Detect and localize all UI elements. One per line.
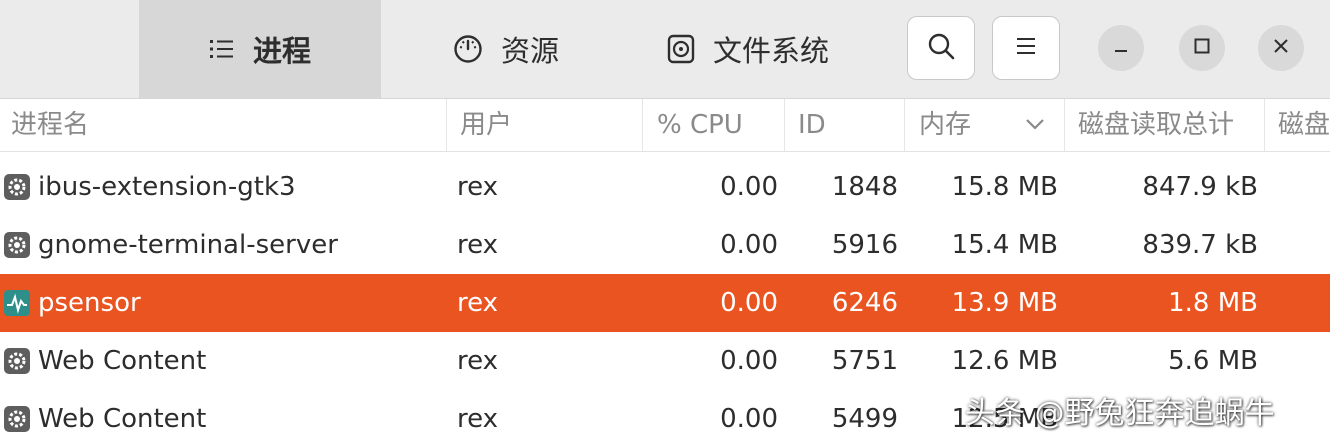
process-user: rex xyxy=(457,288,499,318)
process-memory: 13.9 MB xyxy=(951,288,1058,318)
tab-processes[interactable]: 进程 xyxy=(139,0,381,98)
column-header-row: 进程名 用户 % CPU ID 内存 磁盘读取总计 磁盘 xyxy=(0,99,1330,152)
maximize-icon xyxy=(1193,37,1211,59)
watermark: 头条 @野兔狂奔追蜗牛 xyxy=(965,396,1275,431)
search-icon xyxy=(926,31,956,65)
process-disk-read: 847.9 kB xyxy=(1142,172,1258,202)
column-header-memory[interactable]: 内存 xyxy=(919,99,971,151)
process-name: Web Content xyxy=(38,346,207,376)
column-header-disk-read-total[interactable]: 磁盘读取总计 xyxy=(1078,99,1234,151)
process-disk-read: 839.7 kB xyxy=(1142,230,1258,260)
process-user: rex xyxy=(457,346,499,376)
process-name: Web Content xyxy=(38,404,207,434)
column-header-process-name[interactable]: 进程名 xyxy=(11,99,89,151)
header-bar: 进程 资源 文件系统 xyxy=(0,0,1330,99)
process-id: 5499 xyxy=(831,404,898,434)
list-icon xyxy=(209,38,235,60)
table-row-selected[interactable]: psensor rex 0.00 6246 13.9 MB 1.8 MB xyxy=(0,274,1330,332)
close-button[interactable] xyxy=(1258,25,1304,71)
sensor-graph-icon xyxy=(3,289,31,317)
process-cpu: 0.00 xyxy=(720,288,778,318)
column-separator xyxy=(642,99,643,151)
process-id: 5916 xyxy=(831,230,898,260)
column-separator xyxy=(1264,99,1265,151)
maximize-button[interactable] xyxy=(1179,25,1225,71)
process-memory: 15.8 MB xyxy=(951,172,1058,202)
gauge-icon xyxy=(453,34,483,64)
sort-chevron-down-icon xyxy=(1024,113,1046,139)
table-row[interactable]: Web Content rex 0.00 5751 12.6 MB 5.6 MB xyxy=(0,332,1330,390)
tab-filesystems-label: 文件系统 xyxy=(712,34,829,68)
process-cpu: 0.00 xyxy=(720,172,778,202)
tab-filesystems[interactable]: 文件系统 xyxy=(648,0,848,98)
process-disk-read: 1.8 MB xyxy=(1168,288,1258,318)
process-cpu: 0.00 xyxy=(720,404,778,434)
process-id: 6246 xyxy=(831,288,898,318)
gear-icon xyxy=(3,173,31,201)
column-separator xyxy=(904,99,905,151)
tab-processes-label: 进程 xyxy=(252,34,311,68)
column-header-id[interactable]: ID xyxy=(798,99,826,151)
process-id: 1848 xyxy=(831,172,898,202)
gear-icon xyxy=(3,231,31,259)
process-user: rex xyxy=(457,230,499,260)
table-row[interactable]: gnome-terminal-server rex 0.00 5916 15.4… xyxy=(0,216,1330,274)
tab-resources[interactable]: 资源 xyxy=(431,0,581,98)
main-menu-button[interactable] xyxy=(992,16,1060,80)
minimize-button[interactable] xyxy=(1098,25,1144,71)
system-monitor-window: 进程 资源 文件系统 进程名 用户 % CPU ID 内存 磁盘读取总计 磁盘 … xyxy=(0,0,1330,442)
process-user: rex xyxy=(457,404,499,434)
process-name: ibus-extension-gtk3 xyxy=(38,172,296,202)
gear-icon xyxy=(3,347,31,375)
table-row[interactable]: ibus-extension-gtk3 rex 0.00 1848 15.8 M… xyxy=(0,158,1330,216)
search-button[interactable] xyxy=(907,16,975,80)
hamburger-menu-icon xyxy=(1015,36,1037,60)
process-name: psensor xyxy=(38,288,141,318)
process-disk-read: 5.6 MB xyxy=(1168,346,1258,376)
minimize-icon xyxy=(1112,37,1130,59)
tab-resources-label: 资源 xyxy=(500,34,559,68)
column-header-user[interactable]: 用户 xyxy=(460,99,512,151)
process-user: rex xyxy=(457,172,499,202)
column-separator xyxy=(1064,99,1065,151)
column-separator xyxy=(784,99,785,151)
process-name: gnome-terminal-server xyxy=(38,230,338,260)
disk-icon xyxy=(667,34,695,64)
close-icon xyxy=(1272,37,1290,59)
gear-icon xyxy=(3,405,31,433)
process-cpu: 0.00 xyxy=(720,346,778,376)
process-memory: 12.6 MB xyxy=(951,346,1058,376)
process-memory: 15.4 MB xyxy=(951,230,1058,260)
process-id: 5751 xyxy=(831,346,898,376)
column-separator xyxy=(446,99,447,151)
column-header-cpu[interactable]: % CPU xyxy=(657,99,743,151)
process-cpu: 0.00 xyxy=(720,230,778,260)
column-header-disk[interactable]: 磁盘 xyxy=(1278,99,1330,151)
